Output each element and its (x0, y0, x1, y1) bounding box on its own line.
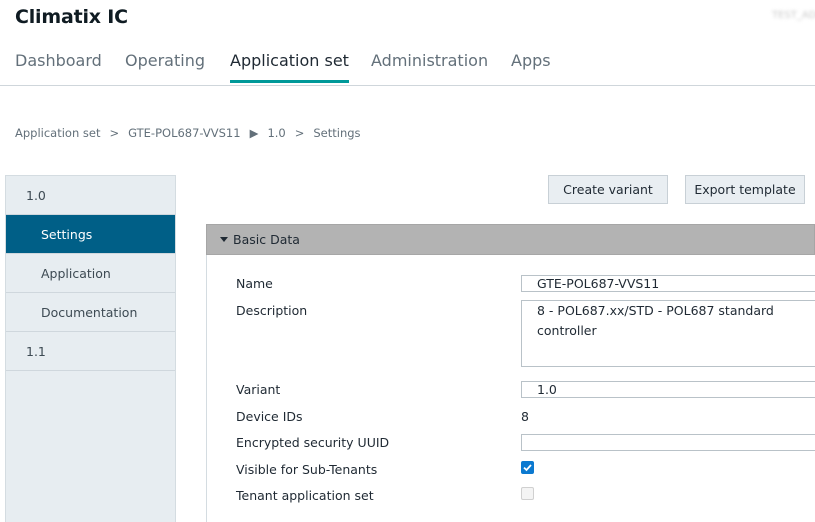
user-name: TEST_ADMIN (772, 10, 815, 21)
breadcrumb-version-icon: ▶ (249, 126, 259, 140)
sidebar: 1.0 Settings Application Documentation 1… (5, 175, 176, 522)
variant-label: Variant (236, 382, 281, 397)
tab-dashboard[interactable]: Dashboard (15, 51, 102, 83)
uuid-label: Encrypted security UUID (236, 435, 390, 450)
name-field[interactable]: GTE-POL687-VVS11 (521, 275, 815, 292)
checkmark-icon (523, 464, 532, 472)
breadcrumb: Application set > GTE-POL687-VVS11 ▶ 1.0 > Set… (15, 126, 361, 140)
active-tab-indicator (230, 80, 349, 83)
device-ids-value: 8 (521, 409, 529, 424)
tenant-app-set-checkbox (521, 487, 534, 500)
uuid-field[interactable] (521, 434, 815, 451)
breadcrumb-application-set[interactable]: Application set (15, 126, 101, 140)
breadcrumb-separator: > (294, 126, 305, 140)
basic-data-title: Basic Data (233, 232, 300, 247)
export-template-button[interactable]: Export template (685, 175, 805, 204)
sidebar-item-version-1-1[interactable]: 1.1 (6, 332, 175, 371)
tab-apps[interactable]: Apps (511, 51, 551, 83)
name-label: Name (236, 276, 273, 291)
sidebar-item-application[interactable]: Application (6, 254, 175, 293)
description-label: Description (236, 303, 308, 318)
tab-application-set[interactable]: Application set (230, 51, 349, 83)
variant-field[interactable]: 1.0 (521, 381, 815, 398)
tab-operating[interactable]: Operating (125, 51, 205, 83)
visible-sub-tenants-label: Visible for Sub-Tenants (236, 462, 378, 477)
visible-sub-tenants-checkbox[interactable] (521, 461, 534, 474)
caret-down-icon (220, 237, 228, 242)
create-variant-button[interactable]: Create variant (548, 175, 668, 204)
sidebar-item-version-1-0[interactable]: 1.0 (6, 176, 175, 215)
tab-administration[interactable]: Administration (371, 51, 488, 83)
app-title: Climatix IC (15, 6, 128, 28)
main-nav: Dashboard Operating Application set Admi… (0, 48, 815, 86)
description-field[interactable]: 8 - POL687.xx/STD - POL687 standard cont… (521, 300, 815, 367)
tenant-app-set-label: Tenant application set (236, 488, 374, 503)
breadcrumb-separator: > (109, 126, 120, 140)
device-ids-label: Device IDs (236, 409, 303, 424)
breadcrumb-app-name[interactable]: GTE-POL687-VVS11 (128, 126, 240, 140)
breadcrumb-settings: Settings (313, 126, 361, 140)
sidebar-item-settings[interactable]: Settings (6, 215, 175, 254)
sidebar-item-documentation[interactable]: Documentation (6, 293, 175, 332)
basic-data-header[interactable]: Basic Data (206, 224, 815, 255)
breadcrumb-version[interactable]: 1.0 (267, 126, 285, 140)
